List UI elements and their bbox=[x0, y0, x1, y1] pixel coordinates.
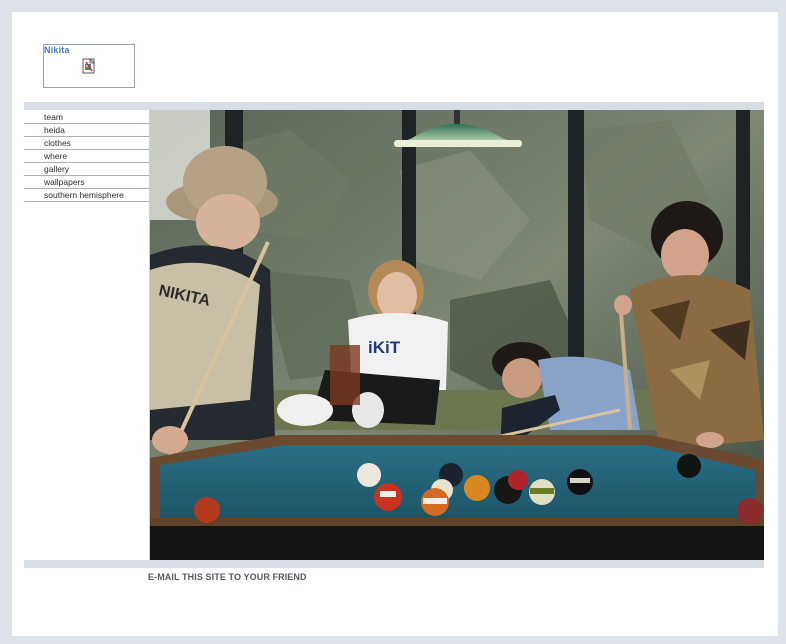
nav-item-where[interactable]: where bbox=[24, 150, 149, 163]
logo-box[interactable]: Nikita bbox=[43, 44, 135, 88]
footer-divider-band bbox=[24, 560, 764, 568]
nav-item-team[interactable]: team bbox=[24, 111, 149, 124]
shirt-text: iKiT bbox=[368, 338, 401, 357]
page: Nikita team heida clothes where gallery … bbox=[12, 12, 778, 636]
nav-item-gallery[interactable]: gallery bbox=[24, 163, 149, 176]
broken-image-icon bbox=[82, 58, 95, 74]
nav-item-clothes[interactable]: clothes bbox=[24, 137, 149, 150]
email-friend-link[interactable]: E-MAIL THIS SITE TO YOUR FRIEND bbox=[148, 572, 307, 582]
nav-item-wallpapers[interactable]: wallpapers bbox=[24, 176, 149, 189]
logo-text: Nikita bbox=[44, 45, 70, 55]
nav-item-southern-hemisphere[interactable]: southern hemisphere bbox=[24, 189, 149, 202]
hero-photo: NIKITA iKiT bbox=[150, 110, 764, 560]
nav-menu: team heida clothes where gallery wallpap… bbox=[24, 111, 149, 202]
nav-item-heida[interactable]: heida bbox=[24, 124, 149, 137]
header-divider-band bbox=[24, 102, 764, 110]
